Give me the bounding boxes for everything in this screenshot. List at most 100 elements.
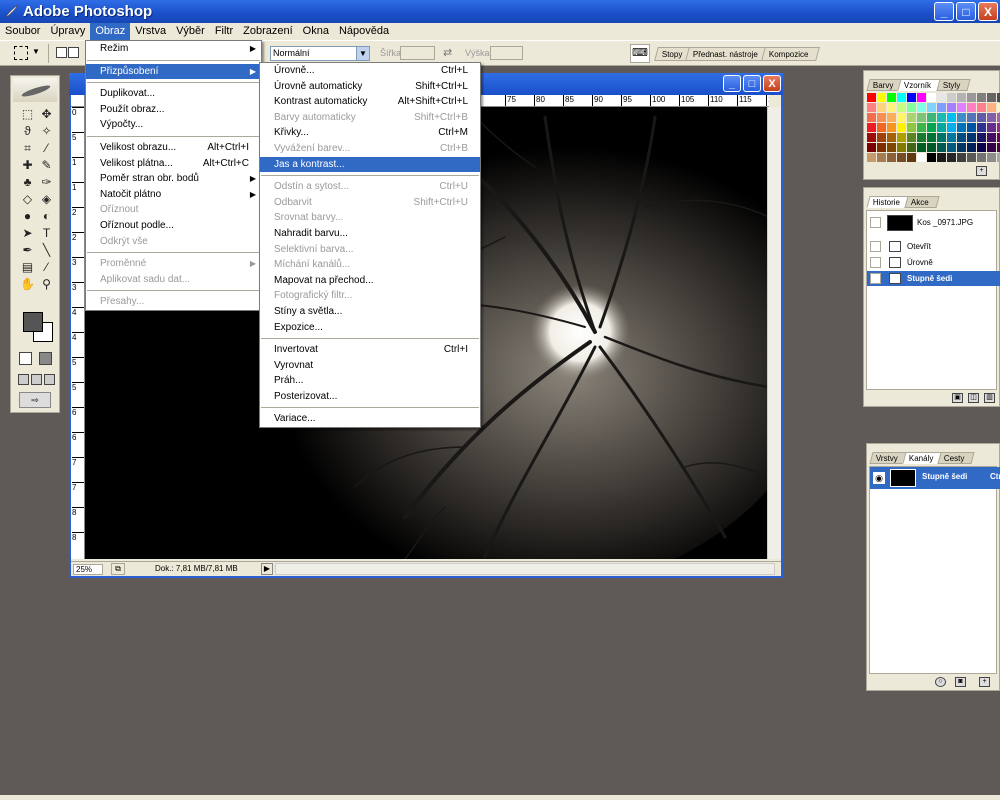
- color-swatch[interactable]: [987, 133, 996, 142]
- color-swatch[interactable]: [917, 133, 926, 142]
- clone-stamp-tool-icon[interactable]: ♣: [19, 174, 36, 191]
- color-swatch[interactable]: [977, 93, 986, 102]
- width-input[interactable]: [400, 46, 435, 60]
- color-swatch[interactable]: [957, 113, 966, 122]
- color-swatch[interactable]: [887, 123, 896, 132]
- trash-icon[interactable]: ▥: [984, 393, 995, 403]
- color-swatch[interactable]: [917, 143, 926, 152]
- minimize-button[interactable]: _: [934, 2, 954, 21]
- color-swatch[interactable]: [897, 133, 906, 142]
- color-swatch[interactable]: [877, 113, 886, 122]
- color-swatch[interactable]: [987, 143, 996, 152]
- menu-8[interactable]: Nápověda: [334, 23, 394, 40]
- color-swatch[interactable]: [977, 103, 986, 112]
- menu-item[interactable]: Úrovně automaticky Shift+Ctrl+L: [260, 79, 480, 95]
- eraser-tool-icon[interactable]: ◇: [19, 191, 36, 208]
- color-swatch[interactable]: [907, 93, 916, 102]
- menu-item[interactable]: Posterizovat...: [260, 389, 480, 405]
- color-swatch[interactable]: [977, 143, 986, 152]
- color-swatch[interactable]: [897, 103, 906, 112]
- color-swatch[interactable]: [947, 93, 956, 102]
- color-swatch[interactable]: [917, 153, 926, 162]
- color-swatch[interactable]: [977, 113, 986, 122]
- color-swatch[interactable]: [877, 133, 886, 142]
- slice-tool-icon[interactable]: ⁄: [38, 140, 55, 157]
- color-swatch[interactable]: [917, 93, 926, 102]
- horizontal-scrollbar[interactable]: [275, 563, 775, 575]
- swap-dimensions-icon[interactable]: ⇄: [443, 46, 452, 59]
- color-swatch[interactable]: [987, 103, 996, 112]
- color-swatch[interactable]: [867, 123, 876, 132]
- color-swatch[interactable]: [887, 143, 896, 152]
- menu-item[interactable]: Úrovně... Ctrl+L: [260, 63, 480, 79]
- line-tool-icon[interactable]: ╲: [38, 242, 55, 259]
- history-brush-tool-icon[interactable]: ✑: [38, 174, 55, 191]
- color-swatch[interactable]: [937, 153, 946, 162]
- menu-0[interactable]: Soubor: [0, 23, 45, 40]
- doc-maximize-button[interactable]: □: [743, 75, 761, 92]
- new-channel-icon[interactable]: +: [979, 677, 990, 687]
- color-swatch[interactable]: [927, 113, 936, 122]
- color-swatch[interactable]: [867, 103, 876, 112]
- menu-item[interactable]: Velikost obrazu... Alt+Ctrl+I: [86, 140, 261, 156]
- color-swatch[interactable]: [867, 113, 876, 122]
- color-swatch[interactable]: [987, 123, 996, 132]
- history-brush-source-icon[interactable]: [870, 257, 881, 268]
- color-swatch[interactable]: [907, 133, 916, 142]
- color-swatch[interactable]: [967, 93, 976, 102]
- history-state[interactable]: Stupně šedi: [867, 271, 1000, 286]
- status-menu-arrow-icon[interactable]: ▶: [261, 563, 273, 575]
- dodge-tool-icon[interactable]: ◐: [38, 208, 55, 225]
- path-selection-tool-icon[interactable]: ➤: [19, 225, 36, 242]
- menu-item[interactable]: Stíny a světla...: [260, 304, 480, 320]
- eye-icon[interactable]: ◉: [873, 472, 885, 484]
- color-swatch[interactable]: [977, 153, 986, 162]
- color-swatch[interactable]: [907, 123, 916, 132]
- menu-item[interactable]: Režim ▶: [86, 41, 261, 57]
- doc-close-button[interactable]: X: [763, 75, 781, 92]
- color-swatch[interactable]: [917, 123, 926, 132]
- color-swatch[interactable]: [967, 123, 976, 132]
- menu-1[interactable]: Úpravy: [45, 23, 90, 40]
- menu-item[interactable]: Výpočty...: [86, 117, 261, 133]
- panel-tab[interactable]: Akce: [904, 196, 940, 208]
- color-swatch[interactable]: [967, 113, 976, 122]
- crop-tool-icon[interactable]: ⌗: [19, 140, 36, 157]
- palette-well-tab[interactable]: Přednast. nástroje: [685, 47, 770, 61]
- color-swatch[interactable]: [867, 143, 876, 152]
- new-selection-icon[interactable]: [56, 47, 67, 58]
- color-swatch[interactable]: [957, 143, 966, 152]
- color-swatch[interactable]: [947, 113, 956, 122]
- doc-minimize-button[interactable]: _: [723, 75, 741, 92]
- menu-item[interactable]: Variace...: [260, 411, 480, 427]
- load-channel-selection-icon[interactable]: ○: [935, 677, 946, 687]
- new-document-from-state-icon[interactable]: ▣: [952, 393, 963, 403]
- color-swatch[interactable]: [957, 93, 966, 102]
- color-swatch[interactable]: [947, 153, 956, 162]
- paint-bucket-tool-icon[interactable]: ◈: [38, 191, 55, 208]
- color-swatch[interactable]: [907, 103, 916, 112]
- color-swatch[interactable]: [937, 143, 946, 152]
- jump-to-imageready-icon[interactable]: ⇨: [19, 392, 51, 408]
- menu-item[interactable]: Velikost plátna... Alt+Ctrl+C: [86, 156, 261, 172]
- menu-item[interactable]: Invertovat Ctrl+I: [260, 342, 480, 358]
- color-swatch[interactable]: [967, 143, 976, 152]
- color-swatch[interactable]: [947, 143, 956, 152]
- zoom-tool-icon[interactable]: ⚲: [38, 276, 55, 293]
- history-state[interactable]: Otevřít: [867, 239, 1000, 254]
- color-swatch[interactable]: [907, 153, 916, 162]
- ruler-origin[interactable]: [71, 95, 85, 107]
- menu-item[interactable]: Oříznout podle...: [86, 218, 261, 234]
- menu-item[interactable]: Křivky... Ctrl+M: [260, 125, 480, 141]
- add-selection-icon[interactable]: [68, 47, 79, 58]
- close-button[interactable]: X: [978, 2, 998, 21]
- vertical-scrollbar[interactable]: [767, 107, 781, 559]
- menu-6[interactable]: Zobrazení: [238, 23, 298, 40]
- history-snapshot[interactable]: Kos _0971.JPG: [867, 213, 1000, 233]
- healing-brush-tool-icon[interactable]: ✚: [19, 157, 36, 174]
- color-swatch[interactable]: [987, 153, 996, 162]
- menu-5[interactable]: Filtr: [210, 23, 238, 40]
- menu-7[interactable]: Okna: [298, 23, 334, 40]
- maximize-button[interactable]: □: [956, 2, 976, 21]
- color-swatch[interactable]: [927, 143, 936, 152]
